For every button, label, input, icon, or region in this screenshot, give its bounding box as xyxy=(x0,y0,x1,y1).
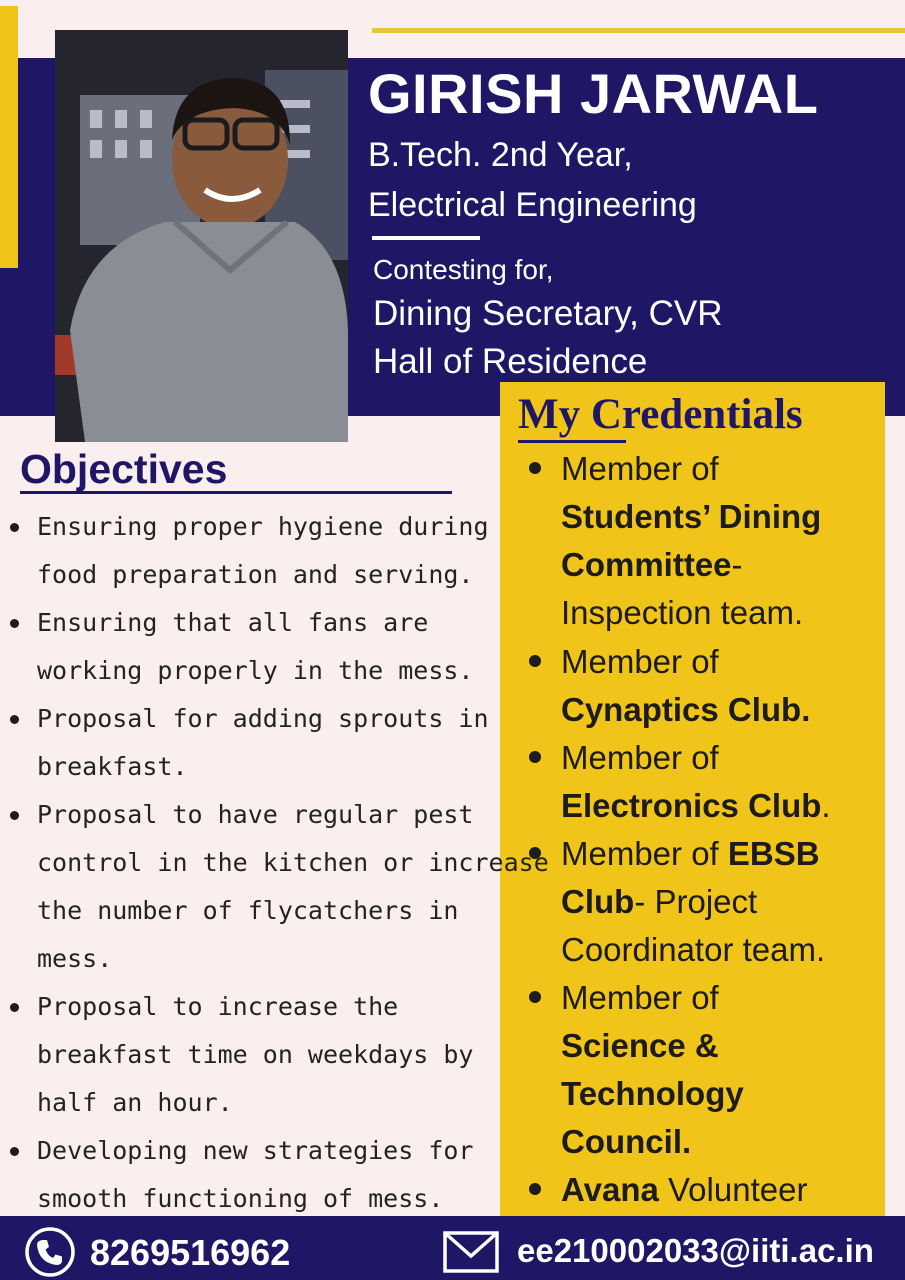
bullet xyxy=(529,462,541,474)
credential-line: Member of xyxy=(561,979,719,1016)
credential-line: Cynaptics Club. xyxy=(561,691,811,728)
bullet xyxy=(10,811,19,820)
credential-line: Inspection team. xyxy=(561,594,804,631)
phone-number[interactable]: 8269516962 xyxy=(90,1232,290,1274)
position-title: Dining Secretary, CVR xyxy=(373,294,723,333)
objectives-title: Objectives xyxy=(20,446,228,492)
mail-icon xyxy=(443,1231,499,1273)
accent-bar xyxy=(0,6,18,268)
objective-line: Ensuring that all fans are xyxy=(37,608,429,637)
credential-line: Students’ Dining xyxy=(561,498,822,535)
objective-line: the number of flycatchers in xyxy=(37,896,459,925)
bullet xyxy=(529,991,541,1003)
objective-line: half an hour. xyxy=(37,1088,233,1117)
objective-line: smooth functioning of mess. xyxy=(37,1184,444,1213)
credentials-title: My Credentials xyxy=(518,391,803,438)
department: Electrical Engineering xyxy=(368,186,697,224)
credential-line: Member of xyxy=(561,643,719,680)
candidate-photo xyxy=(55,30,348,442)
credential-line: Committee- xyxy=(561,546,743,583)
bullet xyxy=(529,655,541,667)
bullet xyxy=(10,619,19,628)
credential-line: Science & xyxy=(561,1027,719,1064)
objectives-underline xyxy=(20,491,452,494)
contesting-label: Contesting for, xyxy=(373,254,554,285)
objective-line: Proposal to have regular pest xyxy=(37,800,474,829)
credential-line: Member of xyxy=(561,739,719,776)
credential-line: Council. xyxy=(561,1123,692,1160)
bullet xyxy=(10,523,19,532)
header-divider xyxy=(372,236,480,240)
objective-line: mess. xyxy=(37,944,113,973)
objective-line: working properly in the mess. xyxy=(37,656,474,685)
objective-line: Proposal for adding sprouts in xyxy=(37,704,489,733)
credential-line: Coordinator team. xyxy=(561,931,826,968)
bullet xyxy=(529,751,541,763)
objective-line: Developing new strategies for xyxy=(37,1136,474,1165)
credential-line: Club- Project xyxy=(561,883,758,920)
objective-line: food preparation and serving. xyxy=(37,560,474,589)
bullet xyxy=(10,1147,19,1156)
bullet xyxy=(529,1183,541,1195)
accent-line xyxy=(372,28,905,33)
bullet xyxy=(10,715,19,724)
academic-year: B.Tech. 2nd Year, xyxy=(368,136,633,174)
credential-line: Member of xyxy=(561,450,719,487)
bullet xyxy=(10,1003,19,1012)
email-address[interactable]: ee210002033@iiti.ac.in xyxy=(517,1232,874,1270)
credential-line: Electronics Club. xyxy=(561,787,831,824)
credential-line: Member of EBSB xyxy=(561,835,820,872)
objective-line: Proposal to increase the xyxy=(37,992,399,1021)
objective-line: control in the kitchen or increase xyxy=(37,848,549,877)
objective-line: breakfast time on weekdays by xyxy=(37,1040,474,1069)
credentials-underline xyxy=(518,440,626,443)
candidate-name: GIRISH JARWAL xyxy=(368,62,819,125)
objective-line: breakfast. xyxy=(37,752,188,781)
position-hall: Hall of Residence xyxy=(373,342,648,381)
bullet xyxy=(529,847,541,859)
credential-line: Technology xyxy=(561,1075,744,1112)
objective-line: Ensuring proper hygiene during xyxy=(37,512,489,541)
credential-line: Avana Volunteer xyxy=(561,1171,808,1208)
phone-icon xyxy=(25,1227,75,1277)
